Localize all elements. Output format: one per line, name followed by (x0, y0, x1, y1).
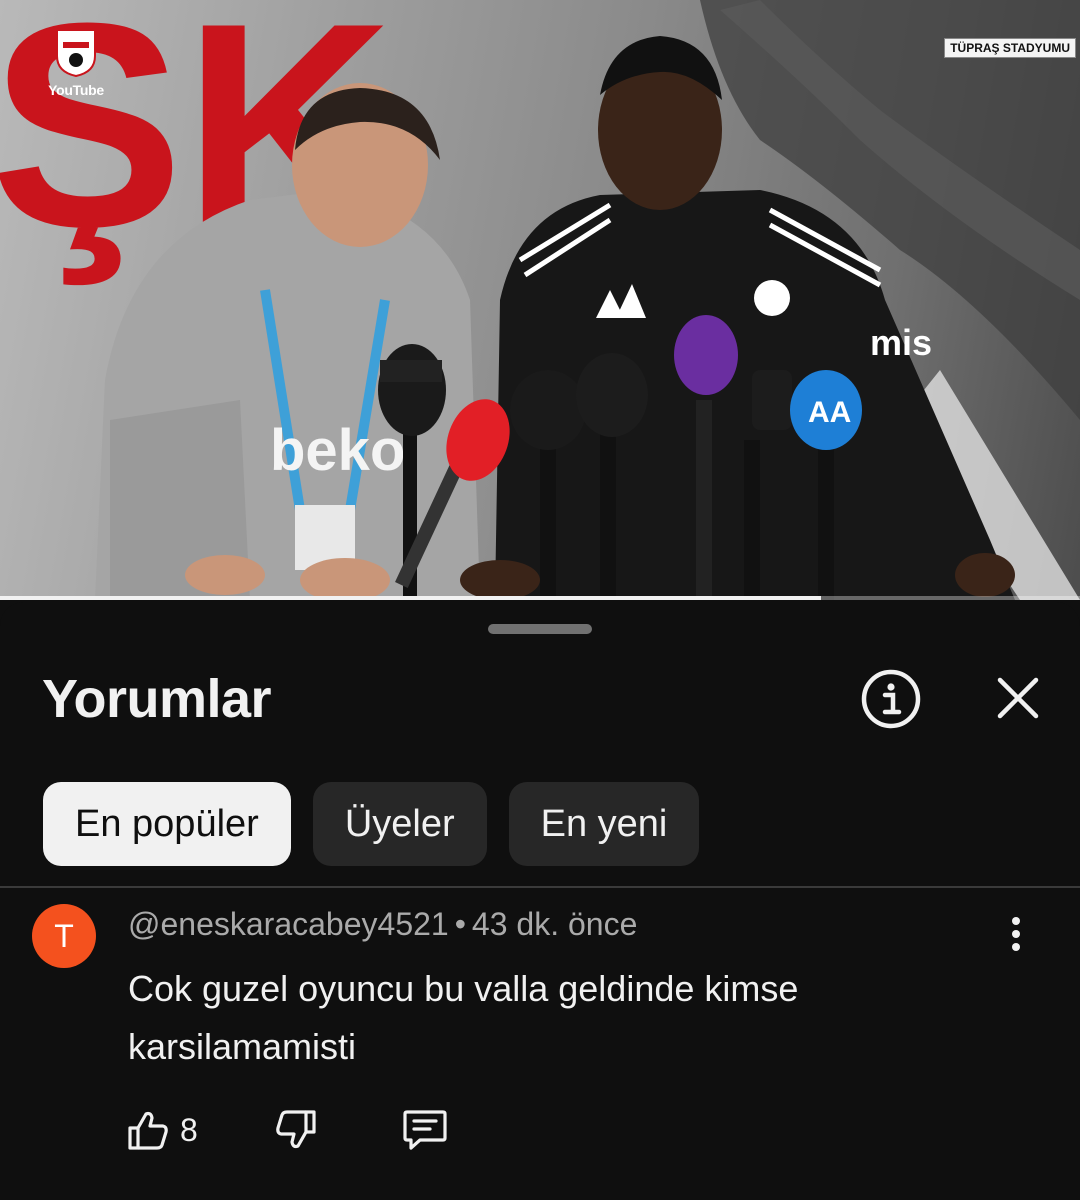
stadium-label: TÜPRAŞ STADYUMU (944, 38, 1076, 58)
comments-sheet: Yorumlar En popüler Üyeler En yeni T @en… (0, 602, 1080, 1200)
filter-chip-newest[interactable]: En yeni (508, 782, 700, 866)
svg-text:mis: mis (870, 322, 932, 363)
video-player[interactable]: ŞK beko mis AA YouTube TÜPRAŞ STADYUMU (0, 0, 1080, 600)
comment-more-button[interactable] (996, 914, 1036, 954)
more-vert-icon (1012, 917, 1020, 951)
comment-actions: 8 (126, 1102, 526, 1158)
reply-button[interactable] (402, 1108, 448, 1152)
sheet-drag-handle[interactable] (488, 624, 592, 634)
thumbs-down-icon (276, 1110, 316, 1149)
comment-author[interactable]: @eneskaracabey4521 (128, 906, 449, 942)
like-button[interactable] (126, 1108, 170, 1152)
filter-chip-popular[interactable]: En popüler (43, 782, 291, 866)
like-count: 8 (180, 1112, 198, 1148)
close-button[interactable] (990, 670, 1046, 726)
video-frame: ŞK beko mis AA (0, 0, 1080, 600)
filter-chip-members[interactable]: Üyeler (312, 782, 487, 866)
channel-watermark: YouTube (48, 26, 104, 108)
video-progress-fill (0, 596, 821, 600)
dislike-button[interactable] (274, 1108, 318, 1152)
comments-title: Yorumlar (42, 669, 272, 729)
info-button[interactable] (860, 668, 922, 730)
meta-separator: • (454, 906, 466, 942)
sheet-divider (0, 886, 1080, 888)
info-icon (861, 669, 921, 729)
close-icon (997, 677, 1039, 719)
besiktas-crest-icon (56, 29, 96, 78)
comment-time: 43 dk. önce (471, 906, 638, 942)
avatar[interactable]: T (32, 904, 96, 968)
reply-icon (403, 1110, 447, 1150)
comment-meta: @eneskaracabey4521 • 43 dk. önce (128, 906, 637, 943)
svg-text:beko: beko (270, 418, 405, 483)
video-progress-bar[interactable] (0, 596, 1080, 600)
comment-text: Cok guzel oyuncu bu valla geldinde kimse… (128, 968, 799, 1067)
svg-text:AA: AA (808, 396, 851, 429)
thumbs-up-icon (128, 1111, 168, 1150)
channel-watermark-label: YouTube (48, 82, 104, 98)
comment-filter-chips: En popüler Üyeler En yeni (43, 782, 700, 866)
